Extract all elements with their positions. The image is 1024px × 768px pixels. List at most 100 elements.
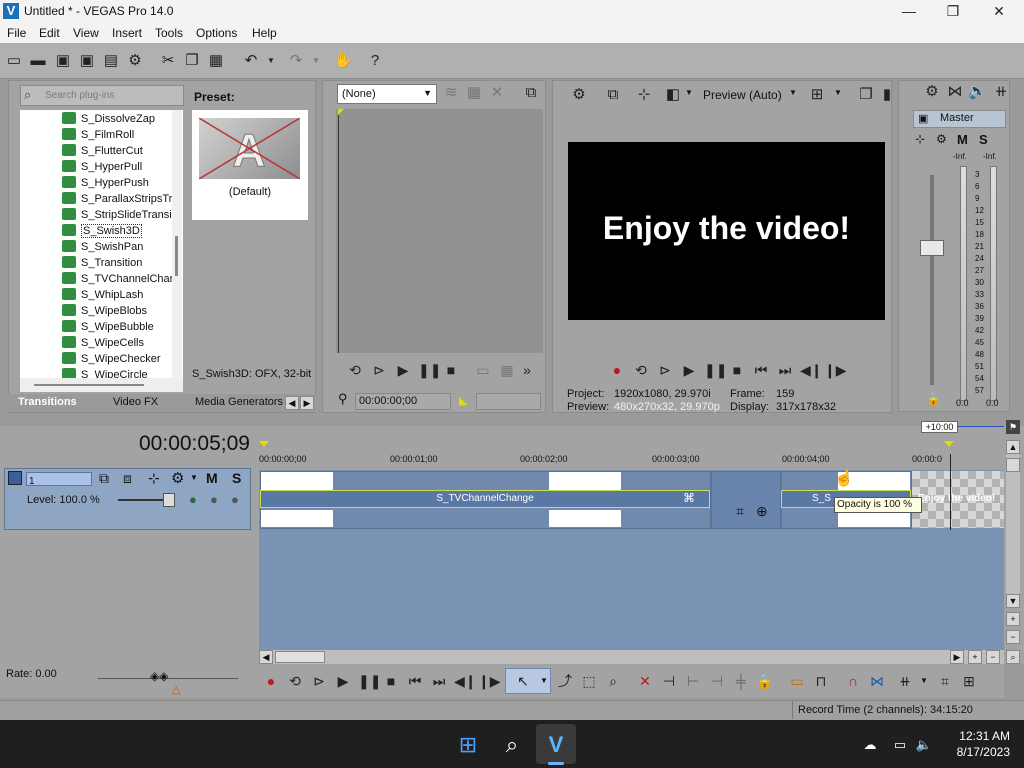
loop-icon[interactable]: ⟲: [286, 672, 304, 690]
add-to-timeline-icon[interactable]: ▭: [474, 361, 492, 379]
tab-transitions[interactable]: Transitions: [18, 396, 77, 408]
split-icon[interactable]: ╪: [732, 672, 750, 690]
plugin-tree-item[interactable]: S_WipeCircle: [62, 367, 148, 378]
windows-start-icon[interactable]: ⊞: [454, 731, 482, 759]
child-overlay-icon[interactable]: ●: [231, 492, 239, 507]
maximize-button[interactable]: ❐: [930, 0, 976, 23]
plugin-tree-item[interactable]: S_FilmRoll: [62, 127, 134, 143]
go-to-end-icon[interactable]: ⏭: [430, 672, 448, 690]
menu-file[interactable]: File: [7, 26, 26, 40]
open-icon[interactable]: ▬: [29, 52, 47, 70]
overlays-grid-icon[interactable]: ⊞: [808, 86, 826, 104]
paste-icon[interactable]: ▦: [207, 52, 225, 70]
plugin-tree-item[interactable]: S_SwishPan: [62, 239, 143, 255]
play-icon[interactable]: ▶: [334, 672, 352, 690]
more-icon[interactable]: »: [518, 361, 536, 379]
fx-gear-icon[interactable]: ⚙: [936, 132, 947, 146]
tree-vertical-scrollbar[interactable]: [172, 110, 182, 378]
network-off-icon[interactable]: ☁: [861, 736, 879, 754]
delete-icon[interactable]: ✕: [636, 672, 654, 690]
display-icon[interactable]: ▭: [891, 736, 909, 754]
stop-icon[interactable]: ■: [382, 672, 400, 690]
stop-icon[interactable]: ■: [442, 361, 460, 379]
previous-frame-icon[interactable]: ◀❙: [800, 361, 823, 379]
zoom-out-vertical-icon[interactable]: −: [1006, 630, 1020, 644]
loop-end-marker-icon[interactable]: [944, 441, 954, 447]
plugin-tree-item[interactable]: S_ParallaxStripsTr: [62, 191, 172, 207]
search-icon[interactable]: ⌕: [498, 731, 526, 759]
play-from-start-icon[interactable]: ⊳: [370, 361, 388, 379]
plugin-tree-item[interactable]: S_WipeBubble: [62, 319, 154, 335]
chevron-down-icon[interactable]: ▼: [834, 88, 842, 97]
trimmer-length-field[interactable]: [476, 393, 541, 410]
plugin-tree[interactable]: S_DissolveZap S_FilmRoll S_FlutterCut S_Hyp…: [20, 110, 183, 378]
plugin-tree-item[interactable]: S_Transition: [62, 255, 142, 271]
undo-icon[interactable]: ↶: [242, 52, 260, 70]
menu-options[interactable]: Options: [196, 26, 237, 40]
trimmer-options-icon[interactable]: ⧉: [522, 84, 540, 102]
event-pan-icon[interactable]: ⌗: [936, 672, 954, 690]
properties-gear-icon[interactable]: ⚙: [126, 52, 144, 70]
normal-edit-tool-icon[interactable]: ↖: [514, 672, 532, 690]
chevron-down-icon[interactable]: ▼: [920, 676, 928, 685]
save-snapshot-icon[interactable]: ▮: [878, 86, 896, 104]
menu-edit[interactable]: Edit: [39, 26, 60, 40]
preview-properties-gear-icon[interactable]: ⚙: [570, 86, 588, 104]
timeline-empty-area[interactable]: [259, 530, 1004, 650]
loop-icon[interactable]: ⟲: [632, 361, 650, 379]
help-icon[interactable]: ?: [366, 52, 384, 70]
go-to-start-icon[interactable]: ⏮: [406, 672, 424, 690]
menu-view[interactable]: View: [73, 26, 99, 40]
trimmer-view[interactable]: [336, 109, 543, 353]
menu-help[interactable]: Help: [252, 26, 277, 40]
trim-end-icon[interactable]: ⊣: [708, 672, 726, 690]
next-frame-icon[interactable]: ❙▶: [478, 672, 501, 690]
save-icon[interactable]: ▣: [54, 52, 72, 70]
loop-start-marker-icon[interactable]: [259, 441, 269, 447]
chevron-down-icon[interactable]: ▼: [685, 88, 693, 97]
previous-frame-icon[interactable]: ◀❙: [454, 672, 477, 690]
plugin-tree-item[interactable]: S_Swish3D: [62, 223, 142, 239]
plugin-tree-item[interactable]: S_WipeChecker: [62, 351, 160, 367]
rate-slider-knob[interactable]: ◈◈: [150, 669, 168, 683]
transition-properties-icon[interactable]: ⌘: [683, 491, 695, 505]
event-fx-button-icon[interactable]: ⊞: [960, 672, 978, 690]
track-name-field[interactable]: 1: [26, 472, 92, 487]
play-icon[interactable]: ▶: [394, 361, 412, 379]
redo-dropdown-icon[interactable]: ▼: [307, 52, 325, 70]
track-gear-icon[interactable]: ⚙: [171, 469, 184, 487]
pause-icon[interactable]: ❚❚: [358, 672, 381, 690]
plugin-tree-item[interactable]: S_WhipLash: [62, 287, 143, 303]
volume-icon[interactable]: 🔈: [915, 736, 933, 754]
minimize-button[interactable]: —: [886, 0, 932, 23]
pause-icon[interactable]: ❚❚: [418, 361, 441, 379]
composite-mode-icon[interactable]: ●: [189, 492, 197, 507]
plugin-tree-item[interactable]: S_FlutterCut: [62, 143, 143, 159]
track-mute-button[interactable]: M: [206, 470, 218, 486]
track-level-knob[interactable]: [163, 493, 175, 507]
go-to-end-icon[interactable]: ⏭: [776, 361, 794, 379]
menu-tools[interactable]: Tools: [155, 26, 183, 40]
mixer-gear-icon[interactable]: ⚙: [923, 83, 941, 101]
mixer-solo-button[interactable]: S: [979, 132, 988, 147]
ripple-edit-icon[interactable]: ⧺: [896, 672, 914, 690]
mixer-mute-button[interactable]: M: [957, 132, 968, 147]
tab-media-generators[interactable]: Media Generators: [195, 396, 283, 408]
lock-icon[interactable]: 🔒: [926, 392, 941, 406]
plugin-tree-item[interactable]: S_HyperPull: [62, 159, 142, 175]
lock-icon[interactable]: 🔒: [756, 672, 774, 690]
tree-horizontal-scrollbar[interactable]: [20, 378, 183, 392]
track-fx-icon[interactable]: ⧈: [123, 470, 132, 487]
scroll-left-icon[interactable]: ◀: [259, 650, 273, 664]
event-pan-crop-icon[interactable]: ⌗: [736, 503, 744, 520]
insert-icon[interactable]: ▦: [498, 361, 516, 379]
track-solo-button[interactable]: S: [232, 470, 241, 486]
trim-icon[interactable]: ⊣: [660, 672, 678, 690]
stop-icon[interactable]: ■: [728, 361, 746, 379]
tab-video-fx[interactable]: Video FX: [113, 396, 158, 408]
master-fader-knob[interactable]: [920, 240, 944, 256]
save-as-icon[interactable]: ▣: [78, 52, 96, 70]
downmix-icon[interactable]: ⋈: [946, 83, 964, 101]
cut-icon[interactable]: ✂: [159, 52, 177, 70]
parent-overlay-icon[interactable]: ●: [210, 492, 218, 507]
